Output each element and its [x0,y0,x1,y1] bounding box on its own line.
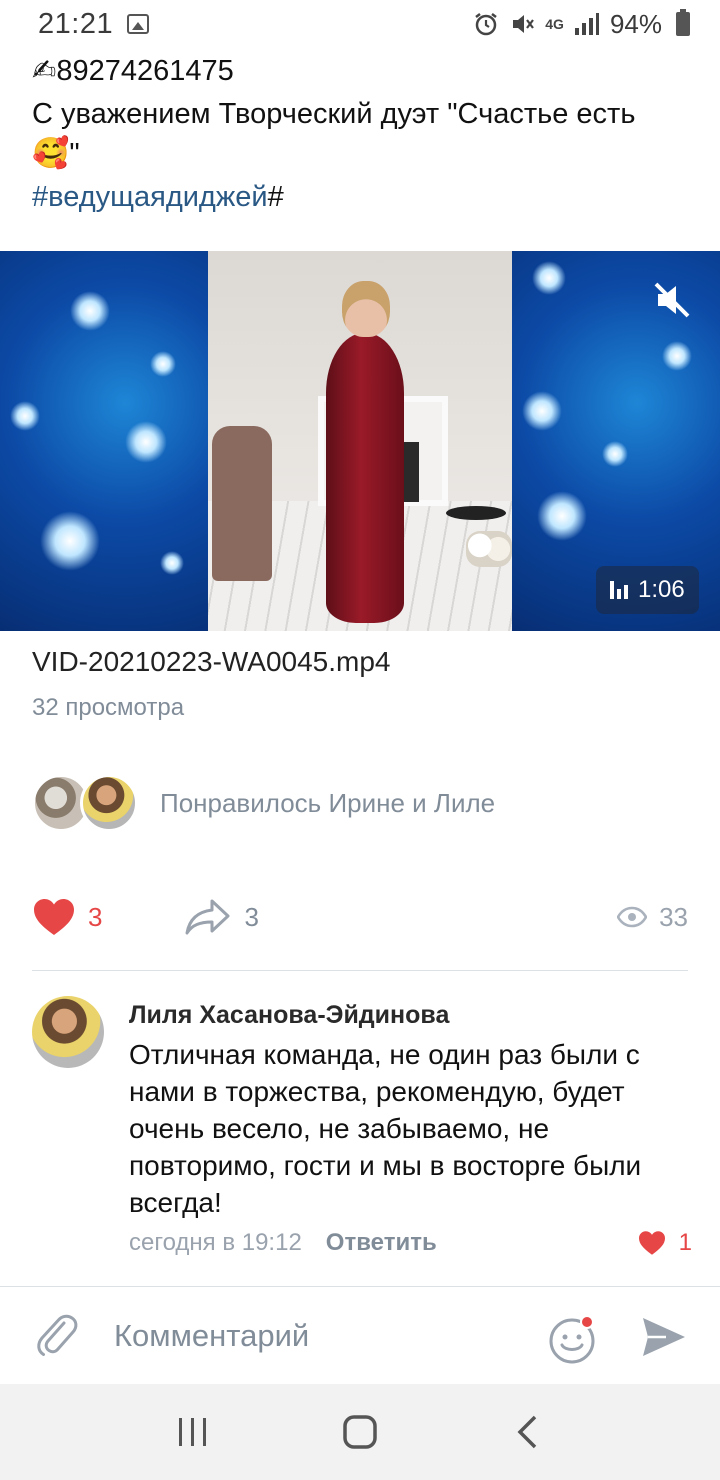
hashtag-link[interactable]: #ведущаядиджей [32,181,268,213]
signature-line: С уважением Творческий дуэт "Счастье ест… [32,98,636,130]
phone-line: ✍89274261475 [32,52,692,91]
emoji-smile-icon[interactable] [548,1313,596,1364]
network-type: 4G [545,16,564,32]
reply-button[interactable]: Ответить [326,1229,437,1257]
back-chevron-icon[interactable] [497,1402,557,1462]
recent-apps-icon[interactable] [163,1402,223,1462]
like-button[interactable]: 3 [32,897,102,937]
home-icon[interactable] [330,1402,390,1462]
comment-like-count: 1 [678,1229,692,1256]
share-arrow-icon [185,899,230,935]
video-frame [208,251,512,631]
liked-by-text: Понравилось Ирине и Лиле [160,787,496,818]
battery-percent: 94% [609,8,662,39]
comment-composer [0,1286,720,1384]
views-counter: 33 [617,902,688,933]
status-bar: 21:21 4G 94% [0,0,720,48]
like-count: 3 [88,901,103,932]
gallery-notification-icon [127,14,150,34]
comment-author[interactable]: Лиля Хасанова-Эйдинова [129,996,692,1034]
comment-time: сегодня в 19:12 [129,1229,302,1256]
avatar [80,774,138,832]
video-views: 32 просмотра [32,694,185,721]
comment-author-avatar[interactable] [32,996,104,1068]
comment-text: Отличная команда, не один раз были с нам… [129,1039,642,1218]
post-text: ✍89274261475 С уважением Творческий дуэт… [32,52,692,217]
writing-hand-emoji: ✍ [32,55,57,87]
hashtag-line: #ведущаядиджей# [32,181,284,213]
status-time: 21:21 [38,7,114,40]
comment-meta: сегодня в 19:12 Ответить 1 [129,1229,692,1257]
mute-status-icon [509,11,535,37]
share-count: 3 [244,901,259,932]
post-actions: 3 3 33 [32,892,688,942]
video-blur-left [0,251,208,631]
smiling-face-hearts-emoji: 🥰 [32,137,70,170]
video-duration-badge: 1:06 [596,566,699,614]
alarm-icon [473,11,499,37]
heart-icon [34,899,74,935]
eye-icon [617,906,648,928]
signature-line-end: 🥰" [32,137,80,170]
video-duration: 1:06 [638,576,685,603]
divider [32,970,688,971]
video-file-name[interactable]: VID-20210223-WA0045.mp4 [32,646,391,678]
attach-paperclip-icon[interactable] [34,1311,80,1359]
share-button[interactable]: 3 [184,898,259,936]
phone-number[interactable]: 89274261475 [56,55,233,87]
comment-input[interactable] [114,1313,514,1359]
send-arrow-icon[interactable] [640,1315,688,1359]
heart-icon [638,1231,665,1255]
battery-icon [676,9,690,36]
views-count: 33 [659,901,688,932]
volume-bars-icon [610,581,628,599]
mute-button-icon[interactable] [650,278,694,322]
signal-icon [574,12,600,36]
comment-like-button[interactable]: 1 [637,1229,692,1257]
system-navigation-bar [0,1384,720,1480]
comment-body: Лиля Хасанова-Эйдинова Отличная команда,… [129,996,692,1257]
status-icons: 4G 94% [473,9,690,40]
liked-by-row[interactable]: Понравилось Ирине и Лиле [32,774,495,832]
